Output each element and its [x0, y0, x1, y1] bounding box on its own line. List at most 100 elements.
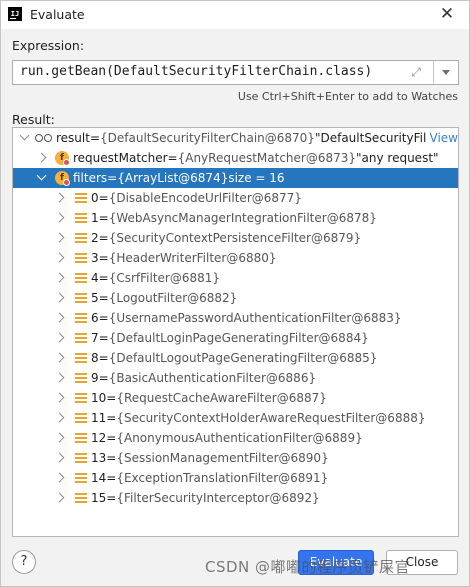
list-element-icon — [75, 432, 87, 444]
field-icon: f — [55, 151, 70, 166]
filters-row[interactable]: f filters = {ArrayList@6874} size = 16 — [13, 168, 458, 188]
filter-equals: = — [98, 211, 109, 225]
expand-chevron-icon[interactable] — [54, 192, 65, 203]
list-element-icon — [75, 392, 87, 404]
expression-box[interactable]: ⤢ — [12, 60, 459, 85]
expand-chevron-icon[interactable] — [54, 352, 65, 363]
title-bar: IJ Evaluate ✕ — [1, 1, 469, 29]
expand-chevron-icon[interactable] — [54, 452, 65, 463]
expand-chevron-icon[interactable] — [54, 272, 65, 283]
filter-index: 14 — [91, 471, 107, 485]
filter-equals: = — [98, 271, 109, 285]
expand-chevron-icon[interactable] — [54, 472, 65, 483]
expand-chevron-icon[interactable] — [36, 152, 47, 163]
matcher-name: requestMatcher — [73, 151, 168, 165]
evaluate-dialog: IJ Evaluate ✕ Expression: ⤢ Use Ctrl+Shi… — [0, 0, 470, 587]
result-tree[interactable]: result = {DefaultSecurityFilterChain@687… — [12, 127, 459, 537]
filter-equals: = — [98, 251, 109, 265]
filter-value: {FilterSecurityInterceptor@6892} — [116, 491, 320, 505]
filter-index: 8 — [91, 351, 99, 365]
filter-value: {SecurityContextPersistenceFilter@6879} — [108, 231, 362, 245]
collapse-chevron-icon[interactable] — [19, 130, 30, 141]
filter-item-row[interactable]: 9 = {BasicAuthenticationFilter@6886} — [13, 368, 458, 388]
filter-value: {SessionManagementFilter@6890} — [116, 451, 329, 465]
filter-value: {SecurityContextHolderAwareRequestFilter… — [116, 411, 426, 425]
filter-value: {ExceptionTranslationFilter@6891} — [116, 471, 329, 485]
expand-chevron-icon[interactable] — [54, 432, 65, 443]
history-dropdown-arrow[interactable] — [434, 61, 459, 84]
filter-item-row[interactable]: 1 = {WebAsyncManagerIntegrationFilter@68… — [13, 208, 458, 228]
filter-item-row[interactable]: 7 = {DefaultLoginPageGeneratingFilter@68… — [13, 328, 458, 348]
expand-chevron-icon[interactable] — [54, 332, 65, 343]
watch-result-icon — [35, 133, 53, 143]
filter-equals: = — [98, 311, 109, 325]
expand-chevron-icon[interactable] — [54, 492, 65, 503]
filter-item-row[interactable]: 13 = {SessionManagementFilter@6890} — [13, 448, 458, 468]
filter-equals: = — [98, 371, 109, 385]
list-element-icon — [75, 192, 87, 204]
field-icon: f — [55, 171, 70, 186]
list-element-icon — [75, 372, 87, 384]
matcher-equals: = — [167, 151, 178, 165]
request-matcher-row[interactable]: f requestMatcher = {AnyRequestMatcher@68… — [13, 148, 458, 168]
filter-value: {BasicAuthenticationFilter@6886} — [108, 371, 317, 385]
list-element-icon — [75, 212, 87, 224]
expand-chevron-icon[interactable] — [54, 232, 65, 243]
filter-equals: = — [98, 231, 109, 245]
filter-equals: = — [98, 331, 109, 345]
list-element-icon — [75, 252, 87, 264]
filter-item-row[interactable]: 6 = {UsernamePasswordAuthenticationFilte… — [13, 308, 458, 328]
filter-equals: = — [98, 191, 109, 205]
filter-equals: = — [106, 491, 117, 505]
filter-item-row[interactable]: 8 = {DefaultLogoutPageGeneratingFilter@6… — [13, 348, 458, 368]
list-element-icon — [75, 272, 87, 284]
expression-input[interactable] — [20, 64, 400, 79]
filter-item-row[interactable]: 15 = {FilterSecurityInterceptor@6892} — [13, 488, 458, 508]
expand-chevron-icon[interactable] — [54, 292, 65, 303]
csdn-watermark: CSDN @嘟嘟的程序员铲屎官 — [205, 558, 411, 576]
filter-index: 5 — [91, 291, 99, 305]
result-root-row[interactable]: result = {DefaultSecurityFilterChain@687… — [13, 128, 458, 148]
filter-equals: = — [106, 471, 117, 485]
filter-item-row[interactable]: 14 = {ExceptionTranslationFilter@6891} — [13, 468, 458, 488]
filter-index: 9 — [91, 371, 99, 385]
close-window-icon[interactable]: ✕ — [437, 4, 457, 24]
filter-value: {DefaultLogoutPageGeneratingFilter@6885} — [108, 351, 378, 365]
filter-value: {AnonymousAuthenticationFilter@6889} — [116, 431, 363, 445]
list-element-icon — [75, 332, 87, 344]
filter-item-row[interactable]: 12 = {AnonymousAuthenticationFilter@6889… — [13, 428, 458, 448]
list-element-icon — [75, 492, 87, 504]
filter-value: {WebAsyncManagerIntegrationFilter@6878} — [108, 211, 377, 225]
filter-item-row[interactable]: 11 = {SecurityContextHolderAwareRequestF… — [13, 408, 458, 428]
filter-value: {RequestCacheAwareFilter@6887} — [116, 391, 327, 405]
filter-item-row[interactable]: 10 = {RequestCacheAwareFilter@6887} — [13, 388, 458, 408]
filter-item-row[interactable]: 3 = {HeaderWriterFilter@6880} — [13, 248, 458, 268]
filter-item-row[interactable]: 2 = {SecurityContextPersistenceFilter@68… — [13, 228, 458, 248]
filter-item-row[interactable]: 4 = {CsrfFilter@6881} — [13, 268, 458, 288]
filter-equals: = — [106, 391, 117, 405]
view-link[interactable]: View — [430, 128, 458, 148]
collapse-chevron-icon[interactable] — [36, 170, 47, 181]
expand-chevron-icon[interactable] — [54, 372, 65, 383]
expand-chevron-icon[interactable] — [54, 412, 65, 423]
filter-value: {LogoutFilter@6882} — [108, 291, 238, 305]
filter-index: 12 — [91, 431, 107, 445]
filter-index: 13 — [91, 451, 107, 465]
expand-editor-icon[interactable]: ⤢ — [408, 64, 424, 80]
matcher-string: "any request" — [356, 151, 439, 165]
expand-chevron-icon[interactable] — [54, 312, 65, 323]
help-button[interactable]: ? — [12, 550, 36, 574]
filter-item-row[interactable]: 0 = {DisableEncodeUrlFilter@6877} — [13, 188, 458, 208]
expand-chevron-icon[interactable] — [54, 212, 65, 223]
expand-chevron-icon[interactable] — [54, 252, 65, 263]
filter-item-row[interactable]: 5 = {LogoutFilter@6882} — [13, 288, 458, 308]
matcher-ref: {AnyRequestMatcher@6873} — [177, 151, 357, 165]
list-element-icon — [75, 472, 87, 484]
filter-index: 2 — [91, 231, 99, 245]
expand-chevron-icon[interactable] — [54, 392, 65, 403]
list-element-icon — [75, 352, 87, 364]
list-element-icon — [75, 292, 87, 304]
filter-index: 0 — [91, 191, 99, 205]
filter-equals: = — [106, 411, 117, 425]
result-string: "DefaultSecurityFilter... — [314, 131, 426, 145]
